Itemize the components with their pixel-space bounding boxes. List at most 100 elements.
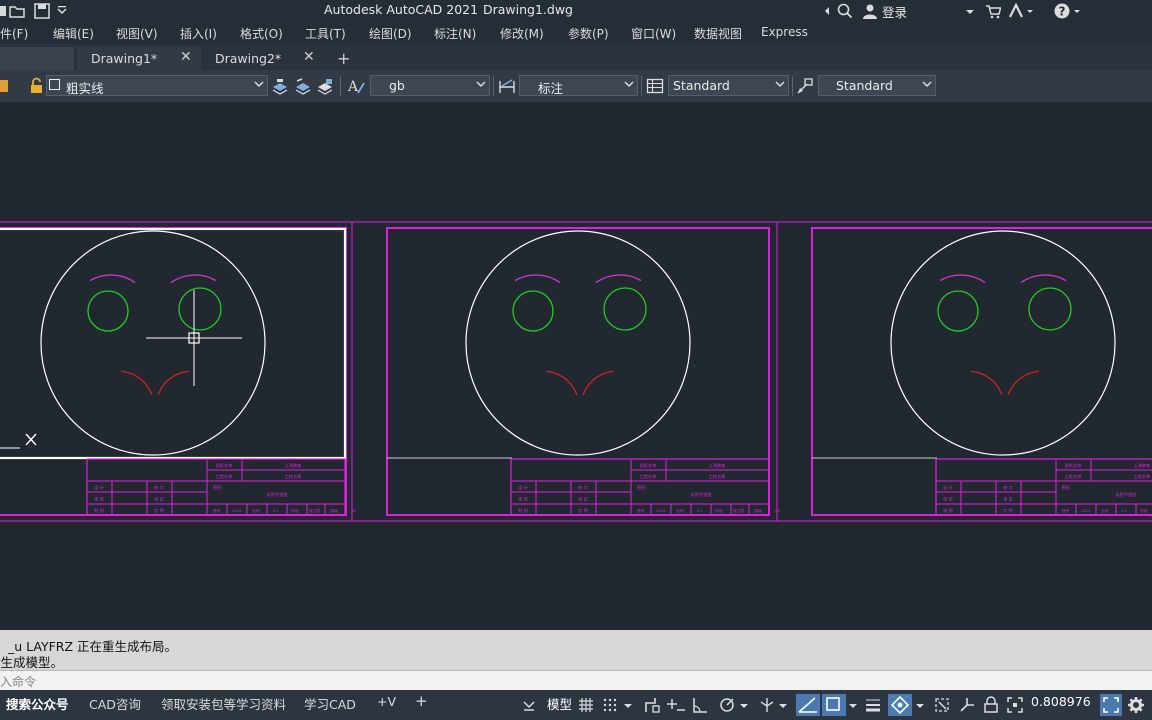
overflow-icon[interactable] bbox=[520, 696, 538, 714]
title-block-text: 图号 bbox=[213, 508, 221, 513]
lock-ui-icon[interactable] bbox=[982, 696, 1000, 714]
menu-window[interactable]: 窗口(W) bbox=[631, 25, 676, 42]
osnap-dropdown-icon[interactable] bbox=[847, 696, 859, 714]
chevron-down-icon bbox=[254, 81, 264, 88]
title-block-text: 审 核 bbox=[518, 496, 529, 503]
save-icon[interactable] bbox=[34, 3, 50, 19]
face-outline bbox=[465, 230, 691, 456]
menu-tools[interactable]: 工具(T) bbox=[305, 25, 346, 42]
dim-style-icon[interactable] bbox=[498, 77, 516, 95]
mleader-style-dropdown[interactable]: Standard bbox=[818, 75, 936, 96]
ortho-icon[interactable] bbox=[691, 696, 709, 714]
add-layout-icon[interactable]: + bbox=[415, 692, 428, 710]
model-space-button[interactable]: 模型 bbox=[547, 694, 572, 713]
app-title: Autodesk AutoCAD 2021 bbox=[324, 2, 479, 17]
title-block-text: 审 定 bbox=[154, 496, 164, 503]
menu-view[interactable]: 视图(V) bbox=[116, 25, 158, 42]
text-style-icon[interactable]: A bbox=[347, 77, 365, 95]
user-icon[interactable] bbox=[862, 3, 878, 19]
table-style-dropdown[interactable]: Standard bbox=[668, 75, 789, 96]
autodesk-a360-icon[interactable] bbox=[1008, 2, 1034, 19]
gizmo-icon[interactable] bbox=[958, 696, 976, 714]
chevron-left-icon[interactable] bbox=[822, 3, 832, 19]
close-icon[interactable]: ✕ bbox=[180, 49, 192, 65]
multileader-style-icon[interactable] bbox=[796, 77, 814, 95]
qat-dropdown-icon[interactable] bbox=[56, 3, 68, 19]
menu-edit[interactable]: 编辑(E) bbox=[53, 25, 94, 42]
status-bar: 搜索公众号 CAD咨询 领取安装包等学习资料 学习CAD +V + 模型 0.8… bbox=[0, 690, 1152, 720]
lineweight-icon[interactable] bbox=[864, 696, 882, 714]
title-block-text: 2024 bbox=[656, 509, 666, 513]
menu-dataview[interactable]: 数据视图 bbox=[694, 25, 742, 42]
lock-icon[interactable] bbox=[28, 77, 46, 95]
layer-dropdown[interactable]: 粗实线 bbox=[46, 75, 268, 96]
title-bar: Autodesk AutoCAD 2021 Drawing1.dwg 登录 ? bbox=[0, 0, 1152, 22]
start-tab[interactable] bbox=[0, 47, 74, 70]
make-current-layer-icon[interactable] bbox=[271, 77, 289, 95]
object-snap-tracking-icon[interactable] bbox=[796, 694, 820, 716]
menu-modify[interactable]: 修改(M) bbox=[500, 25, 544, 42]
title-block-text: 设 计 bbox=[943, 484, 953, 491]
polar-dropdown-icon[interactable] bbox=[738, 696, 750, 714]
login-dropdown-icon[interactable] bbox=[965, 3, 975, 19]
menu-format[interactable]: 格式(O) bbox=[240, 25, 283, 42]
customize-gear-icon[interactable] bbox=[1127, 696, 1145, 714]
table-style-icon[interactable] bbox=[646, 77, 664, 95]
isodraft-dropdown-icon[interactable] bbox=[777, 696, 789, 714]
layout-tab-5[interactable]: +V bbox=[377, 694, 396, 709]
layout-tab-1[interactable]: 搜索公众号 bbox=[6, 694, 69, 713]
title-block-text: 设 计 bbox=[94, 484, 104, 491]
title-block-text: 阶段 bbox=[1140, 508, 1148, 513]
scale-value[interactable]: 0.808976 bbox=[1031, 694, 1091, 709]
polar-tracking-icon[interactable] bbox=[719, 696, 737, 714]
dynamic-input-icon[interactable] bbox=[667, 696, 685, 714]
layout-tab-4[interactable]: 学习CAD bbox=[304, 694, 356, 713]
isodraft-icon[interactable] bbox=[758, 696, 776, 714]
title-block-text: 图纸 bbox=[1062, 484, 1071, 491]
cad-drawing[interactable]: 图纸名称 上海教育工程名称 工程名称图纸笑脸平面图 设 计 校 对审 核 审 定制 图 比 … bbox=[0, 102, 1152, 630]
left-eyebrow bbox=[939, 274, 986, 284]
annotation-dropdown-icon[interactable] bbox=[914, 696, 926, 714]
new-tab-icon[interactable]: + bbox=[337, 49, 350, 68]
layout-tab-2[interactable]: CAD咨询 bbox=[89, 694, 141, 713]
zoom-extents-icon[interactable] bbox=[1006, 696, 1024, 714]
drawing-canvas[interactable]: 图纸名称 上海教育 工程名称 工程名称 图纸 笑脸平面图 设 计 校 对审 核 审 定制 图 比 … bbox=[0, 102, 1152, 630]
title-block-text: 1:1 bbox=[273, 509, 279, 513]
dim-style-dropdown[interactable]: 标注 bbox=[519, 75, 638, 96]
layer-previous-icon[interactable] bbox=[316, 77, 334, 95]
menu-draw[interactable]: 绘图(D) bbox=[369, 25, 412, 42]
object-snap-icon[interactable] bbox=[822, 694, 846, 716]
fullscreen-icon[interactable] bbox=[1100, 694, 1122, 716]
selection-cycling-icon[interactable] bbox=[933, 696, 951, 714]
infer-constraints-icon[interactable] bbox=[643, 696, 661, 714]
menu-parametric[interactable]: 参数(P) bbox=[568, 25, 609, 42]
menu-express[interactable]: Express bbox=[761, 25, 808, 39]
layout-tab-3[interactable]: 领取安装包等学习资料 bbox=[161, 694, 286, 713]
login-link[interactable]: 登录 bbox=[882, 2, 907, 21]
title-block-text: 图纸 bbox=[213, 484, 222, 491]
snap-icon[interactable] bbox=[601, 696, 619, 714]
title-block-text: 笑脸平面图 bbox=[691, 491, 712, 498]
title-block-text: 阶段 bbox=[291, 508, 299, 513]
tab-drawing2[interactable]: Drawing2* ✕ bbox=[201, 47, 325, 70]
mleader-style-value: Standard bbox=[836, 78, 893, 93]
dim-style-value: 标注 bbox=[538, 81, 564, 96]
command-line[interactable]: 键入命令 bbox=[0, 670, 1152, 690]
menu-dimension[interactable]: 标注(N) bbox=[434, 25, 476, 42]
close-icon[interactable]: ✕ bbox=[303, 49, 315, 65]
search-icon[interactable] bbox=[837, 3, 853, 19]
text-style-dropdown[interactable]: gb bbox=[370, 75, 490, 96]
layer-lock-icon[interactable] bbox=[0, 77, 18, 95]
annotation-visibility-icon[interactable] bbox=[888, 694, 912, 716]
menu-insert[interactable]: 插入(I) bbox=[180, 25, 217, 42]
menu-file[interactable]: 文件(F) bbox=[0, 25, 28, 42]
cart-icon[interactable] bbox=[985, 3, 1002, 19]
snap-dropdown-icon[interactable] bbox=[622, 696, 634, 714]
layer-match-icon[interactable] bbox=[294, 77, 312, 95]
help-icon[interactable]: ? bbox=[1054, 3, 1084, 19]
separator bbox=[493, 76, 494, 96]
grid-icon[interactable] bbox=[577, 696, 595, 714]
tab-drawing1[interactable]: Drawing1* ✕ bbox=[77, 47, 201, 70]
open-icon[interactable] bbox=[0, 3, 30, 19]
mouth-left bbox=[546, 370, 578, 396]
